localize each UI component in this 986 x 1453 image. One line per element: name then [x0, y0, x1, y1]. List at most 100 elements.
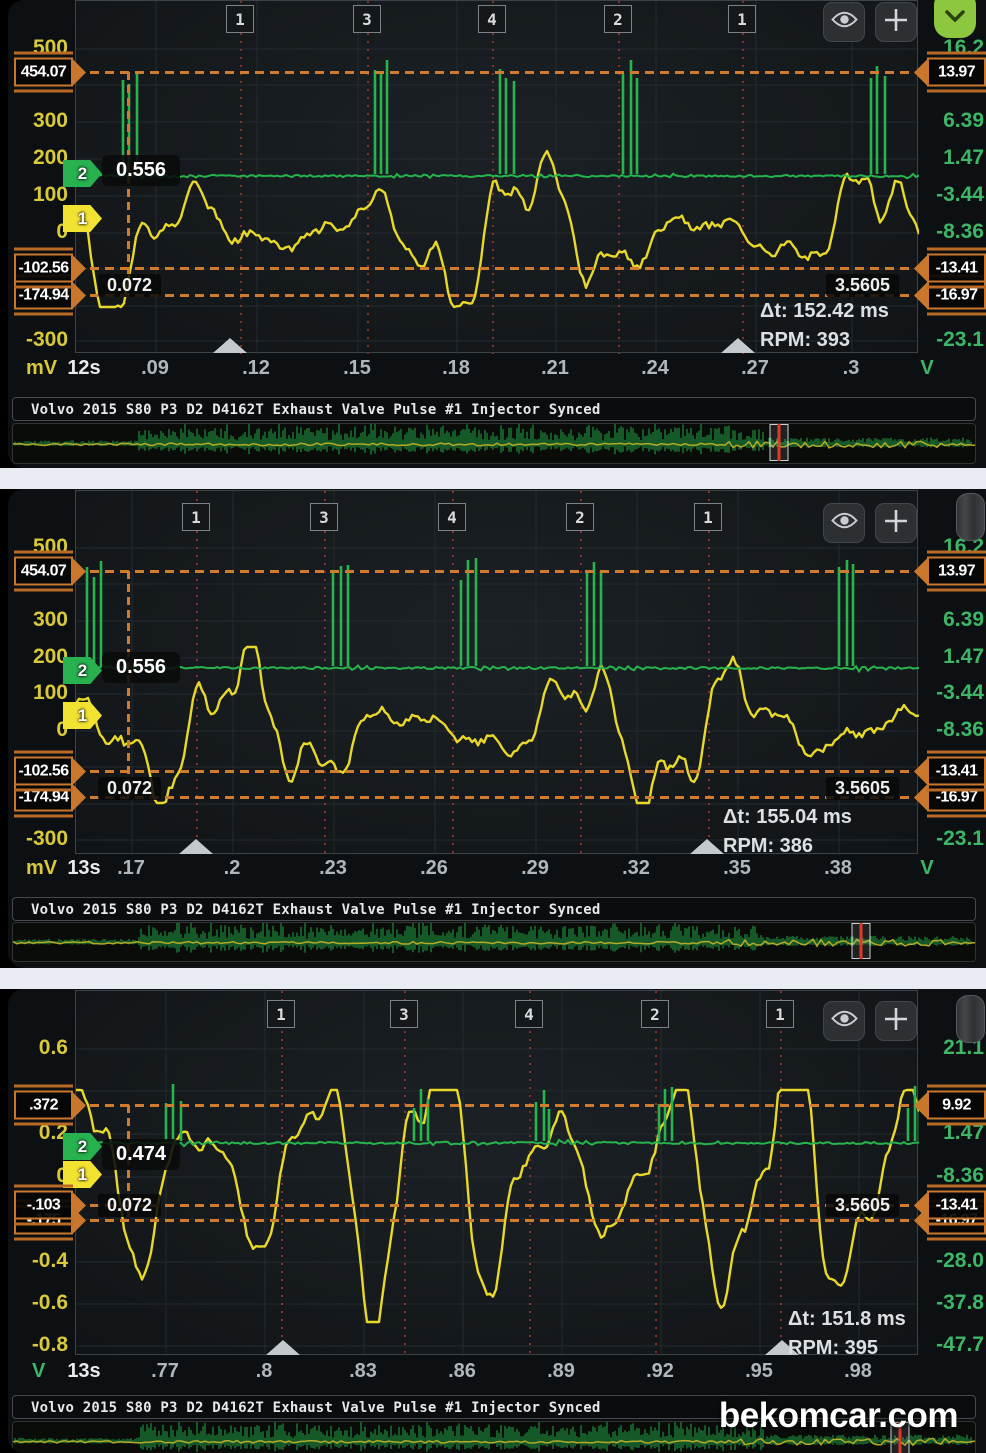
voltage-cursor-right[interactable]: 9.92 [914, 1091, 986, 1120]
time-cursor-right-label[interactable]: 3.5605 [826, 1194, 899, 1217]
y-axis-tick-right: -28.0 [922, 1249, 984, 1273]
cursor-value-box: -16.97 [927, 783, 986, 812]
voltage-cursor-line[interactable] [75, 1104, 918, 1107]
x-axis-tick: .15 [343, 357, 371, 380]
voltage-cursor-right[interactable]: 13.97 [914, 58, 986, 87]
voltage-cursor-left[interactable]: -174.94 [14, 783, 86, 812]
voltage-cursor-line[interactable] [75, 570, 918, 573]
axis-triangle-marker[interactable] [266, 1340, 300, 1355]
plus-icon [883, 508, 909, 539]
voltage-cursor-left[interactable]: .372 [14, 1091, 86, 1120]
cylinder-badge: 3 [310, 503, 338, 531]
voltage-cursor-line[interactable] [75, 1219, 918, 1222]
voltage-cursor-left[interactable]: 454.07 [14, 58, 86, 87]
y-axis-tick-right: 16.2 [922, 36, 984, 60]
y-axis-tick-left: 0 [8, 220, 68, 244]
cylinder-badge: 1 [226, 5, 254, 33]
eye-button[interactable] [823, 2, 865, 42]
overview-strip[interactable] [12, 423, 976, 464]
y-axis-tick-left: -300 [8, 827, 68, 851]
voltage-cursor-right[interactable]: -16.97 [914, 783, 986, 812]
measurement-readout: Δt: 151.8 ms RPM: 395 [788, 1305, 906, 1363]
x-axis-tick: .18 [442, 357, 470, 380]
cursor-value-box: -.103 [14, 1191, 73, 1220]
cursor-arrow-icon [914, 282, 927, 308]
voltage-cursor-left[interactable]: 454.07 [14, 557, 86, 586]
axis-triangle-marker[interactable] [179, 839, 213, 854]
voltage-cursor-left[interactable]: -102.56 [14, 254, 86, 283]
eye-button[interactable] [823, 1001, 865, 1041]
axis-triangle-marker[interactable] [690, 839, 724, 854]
eye-icon [831, 10, 858, 34]
add-channel-button[interactable] [875, 1001, 917, 1041]
channel-2-value-tooltip: 0.556 [102, 155, 180, 186]
y-axis-tick-right: -3.44 [922, 681, 984, 705]
voltage-cursor-left[interactable]: -102.56 [14, 757, 86, 786]
x-axis-tick: .29 [521, 857, 549, 880]
cursor-value-box: -102.56 [14, 254, 73, 283]
title-bar: Volvo 2015 S80 P3 D2 D4162T Exhaust Valv… [12, 897, 976, 921]
y-axis-tick-left: 100 [8, 183, 68, 207]
y-axis-tick-right: 1.47 [922, 645, 984, 669]
delta-t-label: Δt: 155.04 ms [723, 803, 852, 832]
cursor-arrow-icon [914, 255, 927, 281]
time-cursor-right-label[interactable]: 3.5605 [826, 274, 899, 297]
y-axis-tick-left: 0 [8, 718, 68, 742]
cylinder-badge: 2 [566, 503, 594, 531]
y-axis-tick-left: -0.6 [8, 1291, 68, 1315]
cursor-value-box: -13.41 [927, 1191, 986, 1220]
delta-t-label: Δt: 152.42 ms [760, 297, 889, 326]
channel-2-label: 2 [78, 661, 87, 681]
expand-button[interactable] [934, 0, 976, 38]
overview-strip[interactable] [12, 922, 976, 962]
rpm-label: RPM: 395 [788, 1334, 906, 1363]
add-channel-button[interactable] [875, 503, 917, 543]
time-cursor-left-label[interactable]: 0.072 [98, 1194, 161, 1217]
y-axis-tick-left: 300 [8, 608, 68, 632]
cylinder-badge: 1 [694, 503, 722, 531]
axis-triangle-marker[interactable] [213, 338, 247, 353]
cursor-arrow-icon [914, 784, 927, 810]
time-cursor-right-label[interactable]: 3.5605 [826, 777, 899, 800]
voltage-cursor-right[interactable]: -13.41 [914, 254, 986, 283]
plot-area[interactable] [75, 490, 918, 854]
voltage-cursor-right[interactable]: -13.41 [914, 757, 986, 786]
voltage-cursor-line[interactable] [75, 1204, 918, 1207]
grid-lines [76, 491, 919, 855]
voltage-cursor-line[interactable] [75, 770, 918, 773]
cursor-arrow-icon [914, 1092, 927, 1118]
voltage-cursor-right[interactable]: 13.97 [914, 557, 986, 586]
waveform-canvas[interactable] [76, 491, 919, 855]
voltage-cursor-line[interactable] [75, 71, 918, 74]
cylinder-badge: 1 [267, 1000, 295, 1028]
voltage-cursor-right[interactable]: -13.41 [914, 1191, 986, 1220]
voltage-cursor-line[interactable] [75, 796, 918, 799]
waveform-canvas[interactable] [76, 991, 919, 1356]
drag-handle-pill[interactable] [956, 995, 985, 1043]
cursor-value-box: 13.97 [927, 557, 986, 586]
cursor-arrow-icon [914, 558, 927, 584]
time-cursor-line[interactable] [127, 571, 130, 797]
add-channel-button[interactable] [875, 2, 917, 42]
cylinder-badge: 2 [604, 5, 632, 33]
eye-button[interactable] [823, 503, 865, 543]
voltage-cursor-left[interactable]: -.103 [14, 1191, 86, 1220]
cursor-arrow-icon [73, 59, 86, 85]
plot-area[interactable] [75, 990, 918, 1355]
time-cursor-left-label[interactable]: 0.072 [98, 274, 161, 297]
y-axis-tick-right: -23.1 [922, 827, 984, 851]
cursor-value-box: -13.41 [927, 757, 986, 786]
x-axis-unit-right: V [920, 857, 933, 880]
axis-triangle-marker[interactable] [721, 338, 755, 353]
y-axis-tick-right: -3.44 [922, 183, 984, 207]
channel-2-value-tooltip: 0.474 [102, 1139, 180, 1170]
cylinder-badge: 3 [353, 5, 381, 33]
grid-lines [76, 991, 919, 1356]
scope-app: { "watermark": "bekomcar.com", "colors":… [0, 0, 986, 1453]
x-axis-tick: .21 [541, 357, 569, 380]
y-axis-tick-left: -0.4 [8, 1249, 68, 1273]
voltage-cursor-line[interactable] [75, 267, 918, 270]
drag-handle-pill[interactable] [956, 493, 985, 541]
time-cursor-left-label[interactable]: 0.072 [98, 777, 161, 800]
channel-1-label: 1 [78, 706, 87, 726]
